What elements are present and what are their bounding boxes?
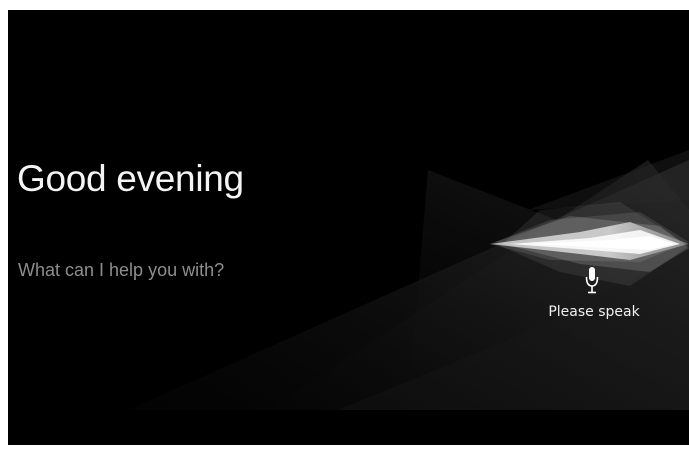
- greeting-title: Good evening: [17, 158, 244, 199]
- microphone-icon[interactable]: [585, 267, 599, 297]
- assistant-prompt: What can I help you with?: [18, 260, 225, 280]
- speak-status-label: Please speak: [548, 304, 640, 320]
- voice-assistant-screen: Good evening What can I help you with? P…: [8, 10, 689, 445]
